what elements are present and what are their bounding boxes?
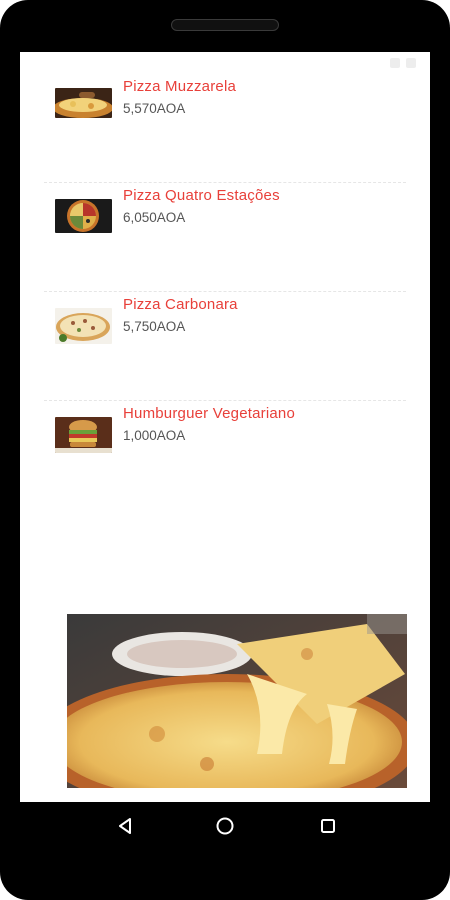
back-triangle-icon[interactable] bbox=[114, 815, 136, 837]
pizza-carbonara-thumbnail bbox=[55, 308, 112, 344]
item-price: 5,750AOA bbox=[123, 319, 186, 334]
item-name: Pizza Muzzarela bbox=[123, 78, 237, 95]
pizza-quatro-estacoes-thumbnail bbox=[55, 199, 112, 233]
device-frame: Pizza Muzzarela 5,570AOA Pizza Quatro Es… bbox=[0, 0, 450, 900]
home-circle-icon[interactable] bbox=[214, 815, 236, 837]
list-item[interactable]: Pizza Quatro Estações 6,050AOA bbox=[44, 183, 406, 292]
signal-icon bbox=[390, 58, 400, 68]
item-name: Humburguer Vegetariano bbox=[123, 405, 296, 422]
recents-square-icon[interactable] bbox=[317, 815, 339, 837]
app-screen: Pizza Muzzarela 5,570AOA Pizza Quatro Es… bbox=[20, 52, 430, 802]
item-name: Pizza Quatro Estações bbox=[123, 187, 280, 204]
menu-list: Pizza Muzzarela 5,570AOA Pizza Quatro Es… bbox=[44, 74, 406, 509]
cheese-pizza-banner-image bbox=[67, 614, 407, 788]
battery-icon bbox=[406, 58, 416, 68]
status-bar bbox=[20, 52, 430, 76]
humburguer-vegetariano-thumbnail bbox=[55, 417, 112, 453]
item-name: Pizza Carbonara bbox=[123, 296, 238, 313]
item-price: 1,000AOA bbox=[123, 428, 186, 443]
list-item[interactable]: Pizza Muzzarela 5,570AOA bbox=[44, 74, 406, 183]
pizza-muzzarela-thumbnail bbox=[55, 88, 112, 118]
speaker-grille bbox=[171, 19, 279, 31]
item-price: 6,050AOA bbox=[123, 210, 186, 225]
item-price: 5,570AOA bbox=[123, 101, 186, 116]
status-icons bbox=[390, 58, 416, 68]
list-item[interactable]: Pizza Carbonara 5,750AOA bbox=[44, 292, 406, 401]
list-item[interactable]: Humburguer Vegetariano 1,000AOA bbox=[44, 401, 406, 509]
